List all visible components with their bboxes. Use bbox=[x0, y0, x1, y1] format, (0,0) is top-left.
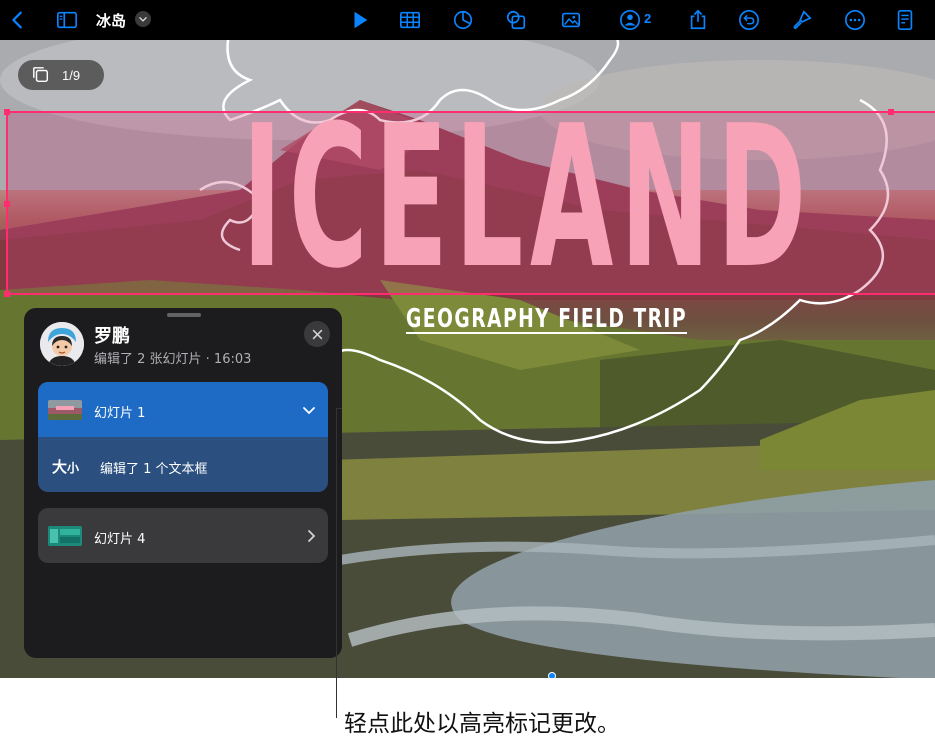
slide-subtitle[interactable]: GEOGRAPHY FIELD TRIP bbox=[406, 304, 687, 334]
slide-1-thumbnail bbox=[48, 400, 82, 420]
text-size-icon: 大小 bbox=[52, 458, 80, 476]
avatar bbox=[40, 322, 84, 366]
scroll-indicator bbox=[548, 672, 556, 678]
activity-item-header[interactable]: 幻灯片 1 bbox=[38, 382, 328, 437]
undo-icon[interactable] bbox=[737, 8, 761, 32]
selection-handle[interactable] bbox=[4, 109, 10, 115]
document-title[interactable]: 冰岛 bbox=[96, 10, 126, 31]
more-icon[interactable] bbox=[843, 8, 867, 32]
slide-counter[interactable]: 1/9 bbox=[18, 60, 104, 90]
activity-item-slide-4[interactable]: 幻灯片 4 bbox=[38, 508, 328, 563]
change-description: 编辑了 1 个文本框 bbox=[100, 462, 208, 477]
activity-panel: 罗鹏 编辑了 2 张幻灯片 · 16:03 幻灯片 1 大小 编辑了 1 个文本… bbox=[24, 308, 342, 658]
slides-stack-icon bbox=[33, 67, 49, 83]
panel-grabber[interactable] bbox=[167, 313, 201, 317]
chevron-right-icon bbox=[308, 530, 316, 542]
callout-text: 轻点此处以高亮标记更改。 bbox=[344, 711, 620, 737]
activity-item-label: 幻灯片 4 bbox=[94, 532, 146, 547]
close-icon bbox=[312, 329, 322, 339]
slide-title[interactable]: ICELAND bbox=[242, 100, 813, 296]
title-menu-chevron-icon[interactable] bbox=[135, 11, 151, 27]
table-icon[interactable] bbox=[398, 8, 422, 32]
chart-icon[interactable] bbox=[451, 8, 475, 32]
collaboration-icon[interactable] bbox=[618, 8, 642, 32]
collaborator-count: 2 bbox=[644, 11, 652, 26]
selection-handle[interactable] bbox=[888, 109, 894, 115]
slide-4-thumbnail bbox=[48, 526, 82, 546]
media-icon[interactable] bbox=[559, 8, 583, 32]
play-icon[interactable] bbox=[348, 8, 372, 32]
document-setup-icon[interactable] bbox=[893, 8, 917, 32]
slide-counter-label: 1/9 bbox=[62, 67, 81, 83]
close-button[interactable] bbox=[304, 321, 330, 347]
user-activity-summary: 编辑了 2 张幻灯片 · 16:03 bbox=[94, 352, 252, 367]
shapes-icon[interactable] bbox=[504, 8, 528, 32]
user-name: 罗鹏 bbox=[94, 326, 130, 347]
callout-line bbox=[336, 408, 337, 718]
activity-item-slide-1[interactable]: 幻灯片 1 大小 编辑了 1 个文本框 bbox=[38, 382, 328, 492]
chevron-down-icon bbox=[303, 407, 315, 415]
activity-item-label: 幻灯片 1 bbox=[94, 406, 146, 421]
toolbar: 冰岛 2 bbox=[0, 0, 935, 40]
format-brush-icon[interactable] bbox=[790, 8, 814, 32]
selection-handle[interactable] bbox=[4, 291, 10, 297]
sidebar-icon[interactable] bbox=[55, 8, 79, 32]
selection-handle[interactable] bbox=[4, 201, 10, 207]
back-chevron-icon[interactable] bbox=[6, 8, 30, 32]
share-icon[interactable] bbox=[686, 8, 710, 32]
